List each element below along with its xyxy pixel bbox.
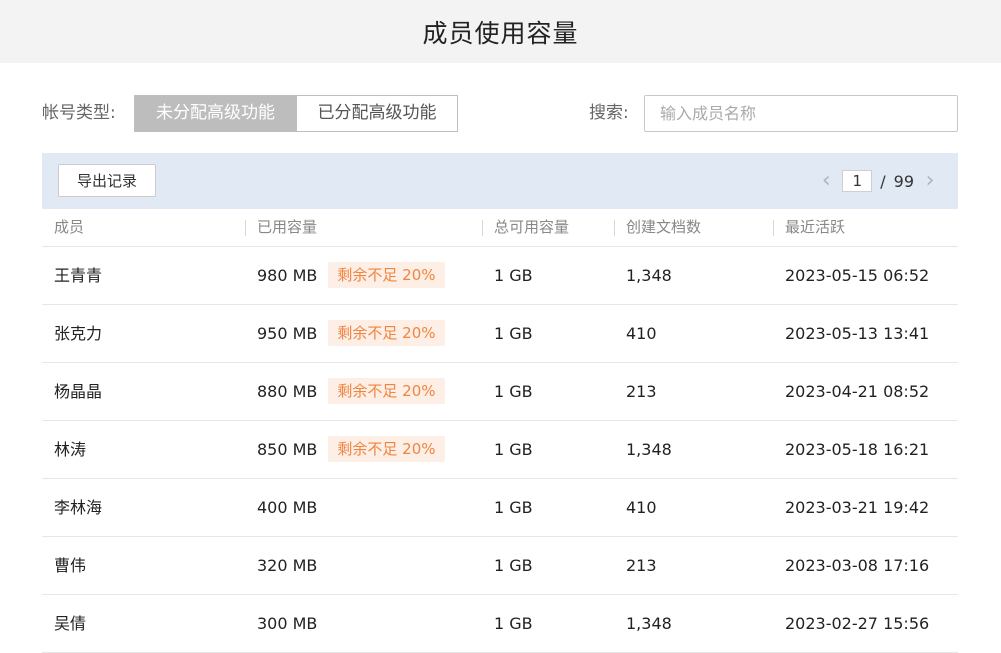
- segment-assigned-premium[interactable]: 已分配高级功能: [296, 96, 457, 131]
- doc-count: 1,348: [626, 614, 672, 633]
- member-name: 林涛: [54, 440, 87, 459]
- doc-count: 410: [626, 324, 657, 343]
- export-records-button[interactable]: 导出记录: [58, 164, 156, 197]
- member-name: 张克力: [54, 324, 103, 343]
- doc-count: 213: [626, 556, 657, 575]
- member-name: 王青青: [54, 266, 103, 285]
- table-toolbar: 导出记录 ‹ / 99 ›: [42, 153, 958, 209]
- page-title: 成员使用容量: [422, 18, 579, 48]
- doc-count: 1,348: [626, 440, 672, 459]
- column-header-docs: 创建文档数: [613, 209, 701, 246]
- doc-count: 213: [626, 382, 657, 401]
- page-separator: /: [880, 171, 886, 191]
- used-capacity-cell: 880 MB 剩余不足 20%: [257, 363, 445, 420]
- member-name: 曹伟: [54, 556, 87, 575]
- column-header-member: 成员: [54, 218, 85, 236]
- table-row: 李林海 400 MB 1 GB 410 2023-03-21 19:42: [42, 479, 958, 537]
- low-storage-badge: 剩余不足 20%: [328, 377, 445, 404]
- used-capacity-cell: 980 MB 剩余不足 20%: [257, 247, 445, 304]
- total-capacity: 1 GB: [494, 440, 533, 459]
- used-capacity-cell: 320 MB: [257, 537, 317, 594]
- table-row: 王青青 980 MB 剩余不足 20% 1 GB 1,348 2023-05-15 06:…: [42, 247, 958, 305]
- used-capacity: 300 MB: [257, 614, 318, 633]
- doc-count: 410: [626, 498, 657, 517]
- column-header-total: 总可用容量: [481, 209, 569, 246]
- column-header-used: 已用容量: [244, 209, 317, 246]
- used-capacity: 850 MB: [257, 440, 318, 459]
- used-capacity-cell: 950 MB 剩余不足 20%: [257, 305, 445, 362]
- last-active: 2023-05-15 06:52: [785, 266, 930, 285]
- doc-count: 1,348: [626, 266, 672, 285]
- search-input[interactable]: [644, 95, 958, 132]
- used-capacity-cell: 850 MB 剩余不足 20%: [257, 421, 445, 478]
- account-type-segmented-control: 未分配高级功能 已分配高级功能: [134, 95, 458, 132]
- page-header: 成员使用容量: [0, 0, 1001, 63]
- used-capacity-cell: 400 MB: [257, 479, 317, 536]
- account-type-label: 帐号类型:: [42, 103, 116, 123]
- total-capacity: 1 GB: [494, 324, 533, 343]
- used-capacity: 880 MB: [257, 382, 318, 401]
- used-capacity-cell: 300 MB: [257, 595, 317, 652]
- total-capacity: 1 GB: [494, 382, 533, 401]
- last-active: 2023-03-21 19:42: [785, 498, 930, 517]
- total-capacity: 1 GB: [494, 556, 533, 575]
- table-row: 张克力 950 MB 剩余不足 20% 1 GB 410 2023-05-13 13:41: [42, 305, 958, 363]
- table-body: 王青青 980 MB 剩余不足 20% 1 GB 1,348 2023-05-15 06:…: [42, 247, 958, 653]
- member-name: 李林海: [54, 498, 103, 517]
- filter-bar: 帐号类型: 未分配高级功能 已分配高级功能 搜索:: [42, 95, 958, 132]
- member-name: 吴倩: [54, 614, 87, 633]
- member-name: 杨晶晶: [54, 382, 103, 401]
- table-row: 林涛 850 MB 剩余不足 20% 1 GB 1,348 2023-05-18 16:2…: [42, 421, 958, 479]
- pagination: ‹ / 99 ›: [816, 170, 940, 192]
- total-capacity: 1 GB: [494, 614, 533, 633]
- segment-unassigned-premium[interactable]: 未分配高级功能: [135, 96, 296, 131]
- used-capacity: 950 MB: [257, 324, 318, 343]
- last-active: 2023-04-21 08:52: [785, 382, 930, 401]
- low-storage-badge: 剩余不足 20%: [328, 261, 445, 288]
- column-header-last-active: 最近活跃: [772, 209, 845, 246]
- total-capacity: 1 GB: [494, 498, 533, 517]
- chevron-left-icon[interactable]: ‹: [816, 170, 836, 192]
- total-capacity: 1 GB: [494, 266, 533, 285]
- low-storage-badge: 剩余不足 20%: [328, 435, 445, 462]
- table-row: 曹伟 320 MB 1 GB 213 2023-03-08 17:16: [42, 537, 958, 595]
- total-pages: 99: [893, 171, 914, 191]
- low-storage-badge: 剩余不足 20%: [328, 319, 445, 346]
- page-number-input[interactable]: [842, 170, 873, 192]
- members-table: 成员 已用容量 总可用容量 创建文档数 最近活跃 王青青 980 MB 剩余不足 2…: [42, 209, 958, 653]
- search-label: 搜索:: [589, 103, 629, 123]
- last-active: 2023-02-27 15:56: [785, 614, 930, 633]
- table-row: 杨晶晶 880 MB 剩余不足 20% 1 GB 213 2023-04-21 08:52: [42, 363, 958, 421]
- last-active: 2023-05-13 13:41: [785, 324, 930, 343]
- used-capacity: 400 MB: [257, 498, 318, 517]
- chevron-right-icon[interactable]: ›: [920, 170, 940, 192]
- table-row: 吴倩 300 MB 1 GB 1,348 2023-02-27 15:56: [42, 595, 958, 653]
- last-active: 2023-03-08 17:16: [785, 556, 930, 575]
- used-capacity: 320 MB: [257, 556, 318, 575]
- table-header: 成员 已用容量 总可用容量 创建文档数 最近活跃: [42, 209, 958, 247]
- last-active: 2023-05-18 16:21: [785, 440, 930, 459]
- used-capacity: 980 MB: [257, 266, 318, 285]
